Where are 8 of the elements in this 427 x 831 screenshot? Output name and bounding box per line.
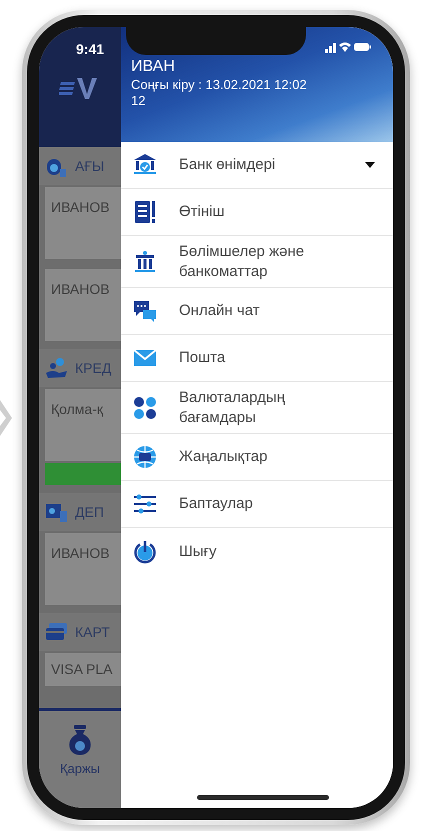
section-title: ДЕП [75, 502, 104, 522]
tab-label: Қаржы [60, 760, 100, 778]
section-title: КАРТ [75, 622, 110, 642]
status-time: 9:41 [76, 40, 104, 59]
user-name: ИВАН [131, 57, 176, 77]
last-login: Соңғы кіру : 13.02.2021 12:02 12 [131, 77, 308, 110]
section-title: АҒЫ [75, 156, 104, 176]
section-title: КРЕД [75, 358, 112, 378]
